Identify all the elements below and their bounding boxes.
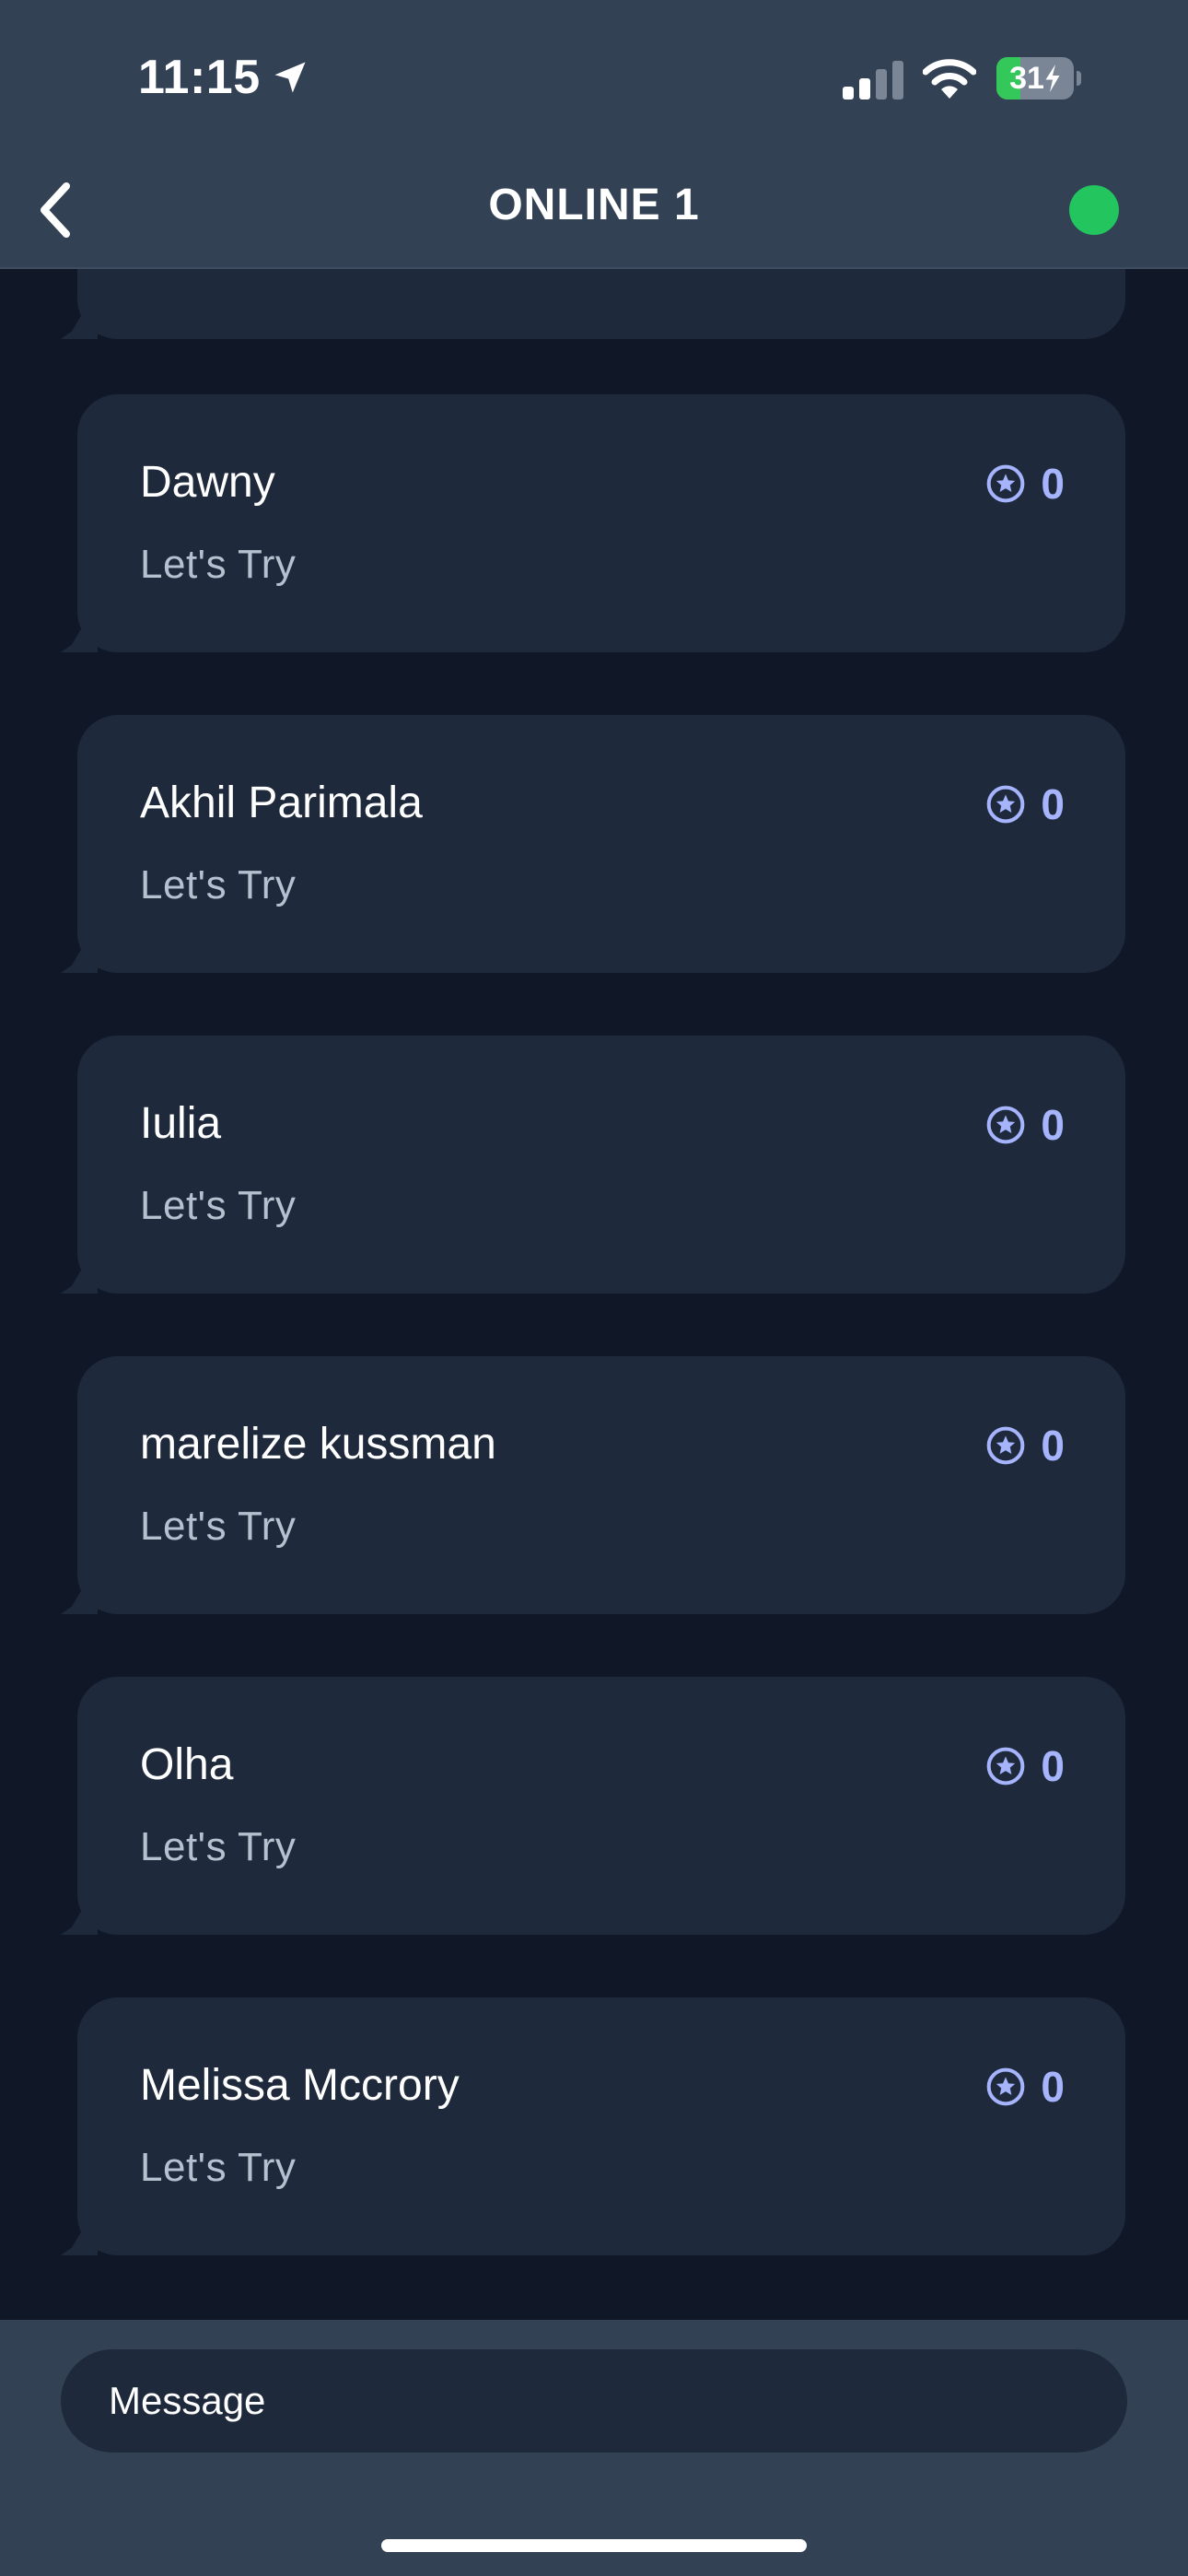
message-input[interactable] [61,2349,1127,2453]
message-text: Let's Try [140,542,297,587]
battery-level-text: 31 [996,57,1074,100]
star-badge-icon [987,464,1025,503]
sender-name: Olha [140,1740,234,1789]
star-badge-icon [987,1426,1025,1465]
battery-level: 31 [1009,60,1044,96]
message-text: Let's Try [140,862,297,907]
score-value: 0 [1041,1101,1065,1149]
score-value: 0 [1041,1422,1065,1469]
message-list[interactable]: Dawny Let's Try 0 Akhil Parimala Let's T… [0,269,1188,2320]
status-time: 11:15 [138,51,261,104]
star-badge-icon [987,1747,1025,1786]
star-badge-icon [987,2067,1025,2106]
battery-body: 31 [996,57,1074,100]
message-text: Let's Try [140,1504,297,1549]
message-text: Let's Try [140,1824,297,1869]
charging-bolt-icon [1045,64,1060,92]
sender-name: marelize kussman [140,1420,496,1469]
score-value: 0 [1041,460,1065,508]
chevron-left-icon [41,182,70,238]
location-arrow-icon [274,62,306,93]
score-value: 0 [1041,2063,1065,2111]
top-bar: 11:15 31 ONLINE 1 [0,0,1188,269]
score-badge: 0 [985,779,1065,829]
score-badge: 0 [985,1421,1065,1470]
message-bubble[interactable]: marelize kussman Let's Try 0 [77,1356,1125,1614]
status-bar-time-group: 11:15 [138,50,310,105]
wifi-icon [923,59,976,99]
score-badge: 0 [985,1741,1065,1791]
sender-name: Melissa Mccrory [140,2061,460,2110]
message-bubble-partial[interactable] [77,269,1125,339]
score-badge: 0 [985,2062,1065,2112]
home-indicator[interactable] [381,2539,807,2552]
battery-cap [1077,71,1081,86]
battery-charging-icon: 31 [996,57,1081,100]
star-badge-icon [987,1106,1025,1144]
message-bubble[interactable]: Melissa Mccrory Let's Try 0 [77,1997,1125,2255]
message-text: Let's Try [140,2145,297,2190]
back-button[interactable] [20,175,90,245]
score-badge: 0 [985,1100,1065,1150]
message-composer [0,2320,1188,2576]
sender-name: Akhil Parimala [140,779,423,827]
message-text: Let's Try [140,1183,297,1228]
message-bubble[interactable]: Olha Let's Try 0 [77,1677,1125,1935]
score-badge: 0 [985,459,1065,509]
message-bubble[interactable]: Iulia Let's Try 0 [77,1036,1125,1294]
sender-name: Dawny [140,458,275,507]
score-value: 0 [1041,780,1065,828]
message-bubble[interactable]: Akhil Parimala Let's Try 0 [77,715,1125,973]
score-value: 0 [1041,1742,1065,1790]
star-badge-icon [987,785,1025,824]
cellular-signal-icon [843,61,903,100]
message-bubble[interactable]: Dawny Let's Try 0 [77,394,1125,652]
sender-name: Iulia [140,1099,222,1148]
online-status-dot [1069,185,1119,235]
page-title: ONLINE 1 [488,181,700,229]
